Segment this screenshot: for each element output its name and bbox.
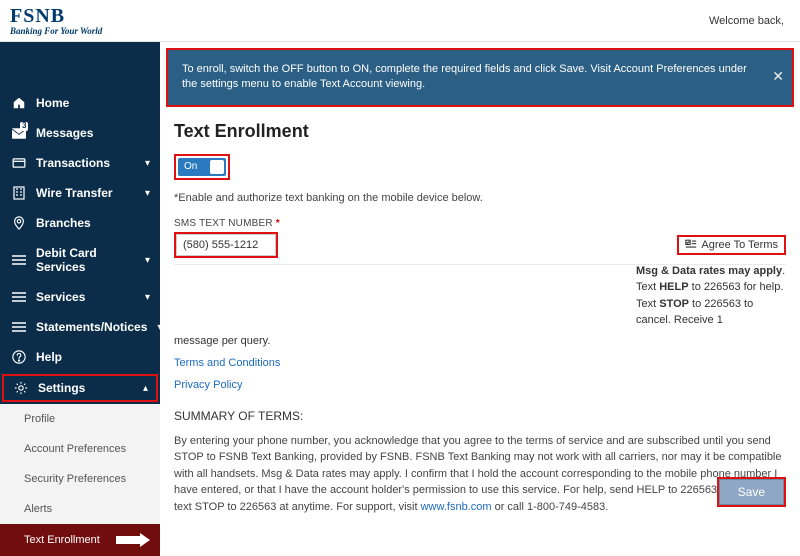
toggle-highlight: On [174, 154, 230, 180]
sidebar-item-services[interactable]: Services ▾ [0, 282, 160, 312]
chevron-down-icon: ▾ [145, 188, 150, 199]
card-icon [12, 158, 26, 168]
save-highlight: Save [717, 477, 786, 507]
submenu-text-enrollment[interactable]: Text Enrollment [0, 524, 160, 556]
pin-icon [12, 216, 26, 230]
sidebar-item-help[interactable]: Help [0, 342, 160, 372]
submenu-profile[interactable]: Profile [0, 404, 160, 434]
sidebar-item-label: Messages [36, 126, 150, 140]
close-icon[interactable]: ✕ [772, 68, 784, 88]
logo: FSNB Banking For Your World [10, 5, 102, 36]
sidebar-item-wire-transfer[interactable]: Wire Transfer ▾ [0, 178, 160, 208]
app-header: FSNB Banking For Your World Welcome back… [0, 0, 800, 42]
rates-help: HELP [659, 281, 688, 293]
sms-label: SMS TEXT NUMBER * [174, 218, 786, 229]
help-icon [12, 350, 26, 364]
sidebar: Home 3 Messages Transactions ▾ Wire Tran… [0, 42, 160, 517]
sidebar-item-label: Branches [36, 216, 150, 230]
list-icon [12, 255, 26, 265]
gear-icon [14, 381, 28, 395]
submenu-security-preferences[interactable]: Security Preferences [0, 464, 160, 494]
summary-post: or call 1-800-749-4583. [492, 501, 609, 513]
submenu-label: Text Enrollment [24, 534, 100, 546]
terms-link[interactable]: Terms and Conditions [174, 357, 786, 369]
sms-label-text: SMS TEXT NUMBER [174, 218, 273, 229]
sidebar-item-messages[interactable]: 3 Messages [0, 118, 160, 148]
logo-tagline: Banking For Your World [10, 26, 102, 36]
fsnb-link[interactable]: www.fsnb.com [421, 501, 492, 513]
chevron-down-icon: ▾ [145, 158, 150, 169]
privacy-link[interactable]: Privacy Policy [174, 379, 786, 391]
sidebar-item-label: Statements/Notices [36, 320, 147, 334]
sidebar-item-home[interactable]: Home [0, 88, 160, 118]
sidebar-item-label: Services [36, 290, 135, 304]
summary-body: By entering your phone number, you ackno… [174, 433, 786, 516]
sidebar-item-label: Transactions [36, 156, 135, 170]
building-icon [12, 186, 26, 200]
main-panel: To enroll, switch the OFF button to ON, … [160, 42, 800, 517]
toggle-knob [210, 160, 224, 174]
messages-badge: 3 [20, 122, 28, 131]
settings-submenu: Profile Account Preferences Security Pre… [0, 404, 160, 556]
list-icon [12, 322, 26, 332]
sms-text-input[interactable] [176, 234, 276, 256]
submenu-account-preferences[interactable]: Account Preferences [0, 434, 160, 464]
sms-input-highlight [174, 232, 278, 258]
enrollment-toggle[interactable]: On [178, 158, 226, 176]
sidebar-item-label: Home [36, 96, 150, 110]
content-area: Text Enrollment On *Enable and authorize… [160, 107, 800, 517]
enable-description: *Enable and authorize text banking on th… [174, 192, 786, 204]
welcome-text: Welcome back, [709, 15, 784, 27]
sidebar-item-transactions[interactable]: Transactions ▾ [0, 148, 160, 178]
toggle-label: On [184, 161, 197, 172]
rates-bold1: Msg & Data rates may apply [636, 265, 782, 277]
submenu-alerts[interactable]: Alerts [0, 494, 160, 524]
logo-text: FSNB [10, 5, 102, 28]
sidebar-item-statements[interactable]: Statements/Notices ▾ [0, 312, 160, 342]
rates-text: Msg & Data rates may apply. Text HELP to… [636, 263, 786, 329]
sidebar-item-settings[interactable]: Settings ▴ [2, 374, 158, 402]
info-banner: To enroll, switch the OFF button to ON, … [166, 48, 794, 107]
home-icon [12, 96, 26, 110]
chevron-up-icon: ▴ [143, 383, 148, 394]
sidebar-item-label: Settings [38, 381, 133, 395]
required-star: * [276, 218, 280, 229]
chevron-down-icon: ▾ [145, 292, 150, 303]
agree-to-terms[interactable]: Agree To Terms [677, 235, 786, 255]
arrow-right-icon [116, 533, 150, 547]
sidebar-item-label: Help [36, 350, 150, 364]
summary-heading: SUMMARY OF TERMS: [174, 409, 786, 423]
page-title: Text Enrollment [174, 121, 786, 142]
sidebar-item-label: Wire Transfer [36, 186, 135, 200]
chevron-down-icon: ▾ [145, 255, 150, 266]
message-per-query: message per query. [174, 335, 786, 347]
banner-text: To enroll, switch the OFF button to ON, … [182, 63, 747, 90]
sidebar-item-branches[interactable]: Branches [0, 208, 160, 238]
sidebar-item-label: Debit Card Services [36, 246, 135, 274]
rates-stop: STOP [659, 298, 689, 310]
checklist-icon [685, 239, 697, 250]
list-icon [12, 292, 26, 302]
save-button[interactable]: Save [719, 479, 784, 505]
agree-label: Agree To Terms [701, 239, 778, 251]
sidebar-item-debit-card[interactable]: Debit Card Services ▾ [0, 238, 160, 282]
